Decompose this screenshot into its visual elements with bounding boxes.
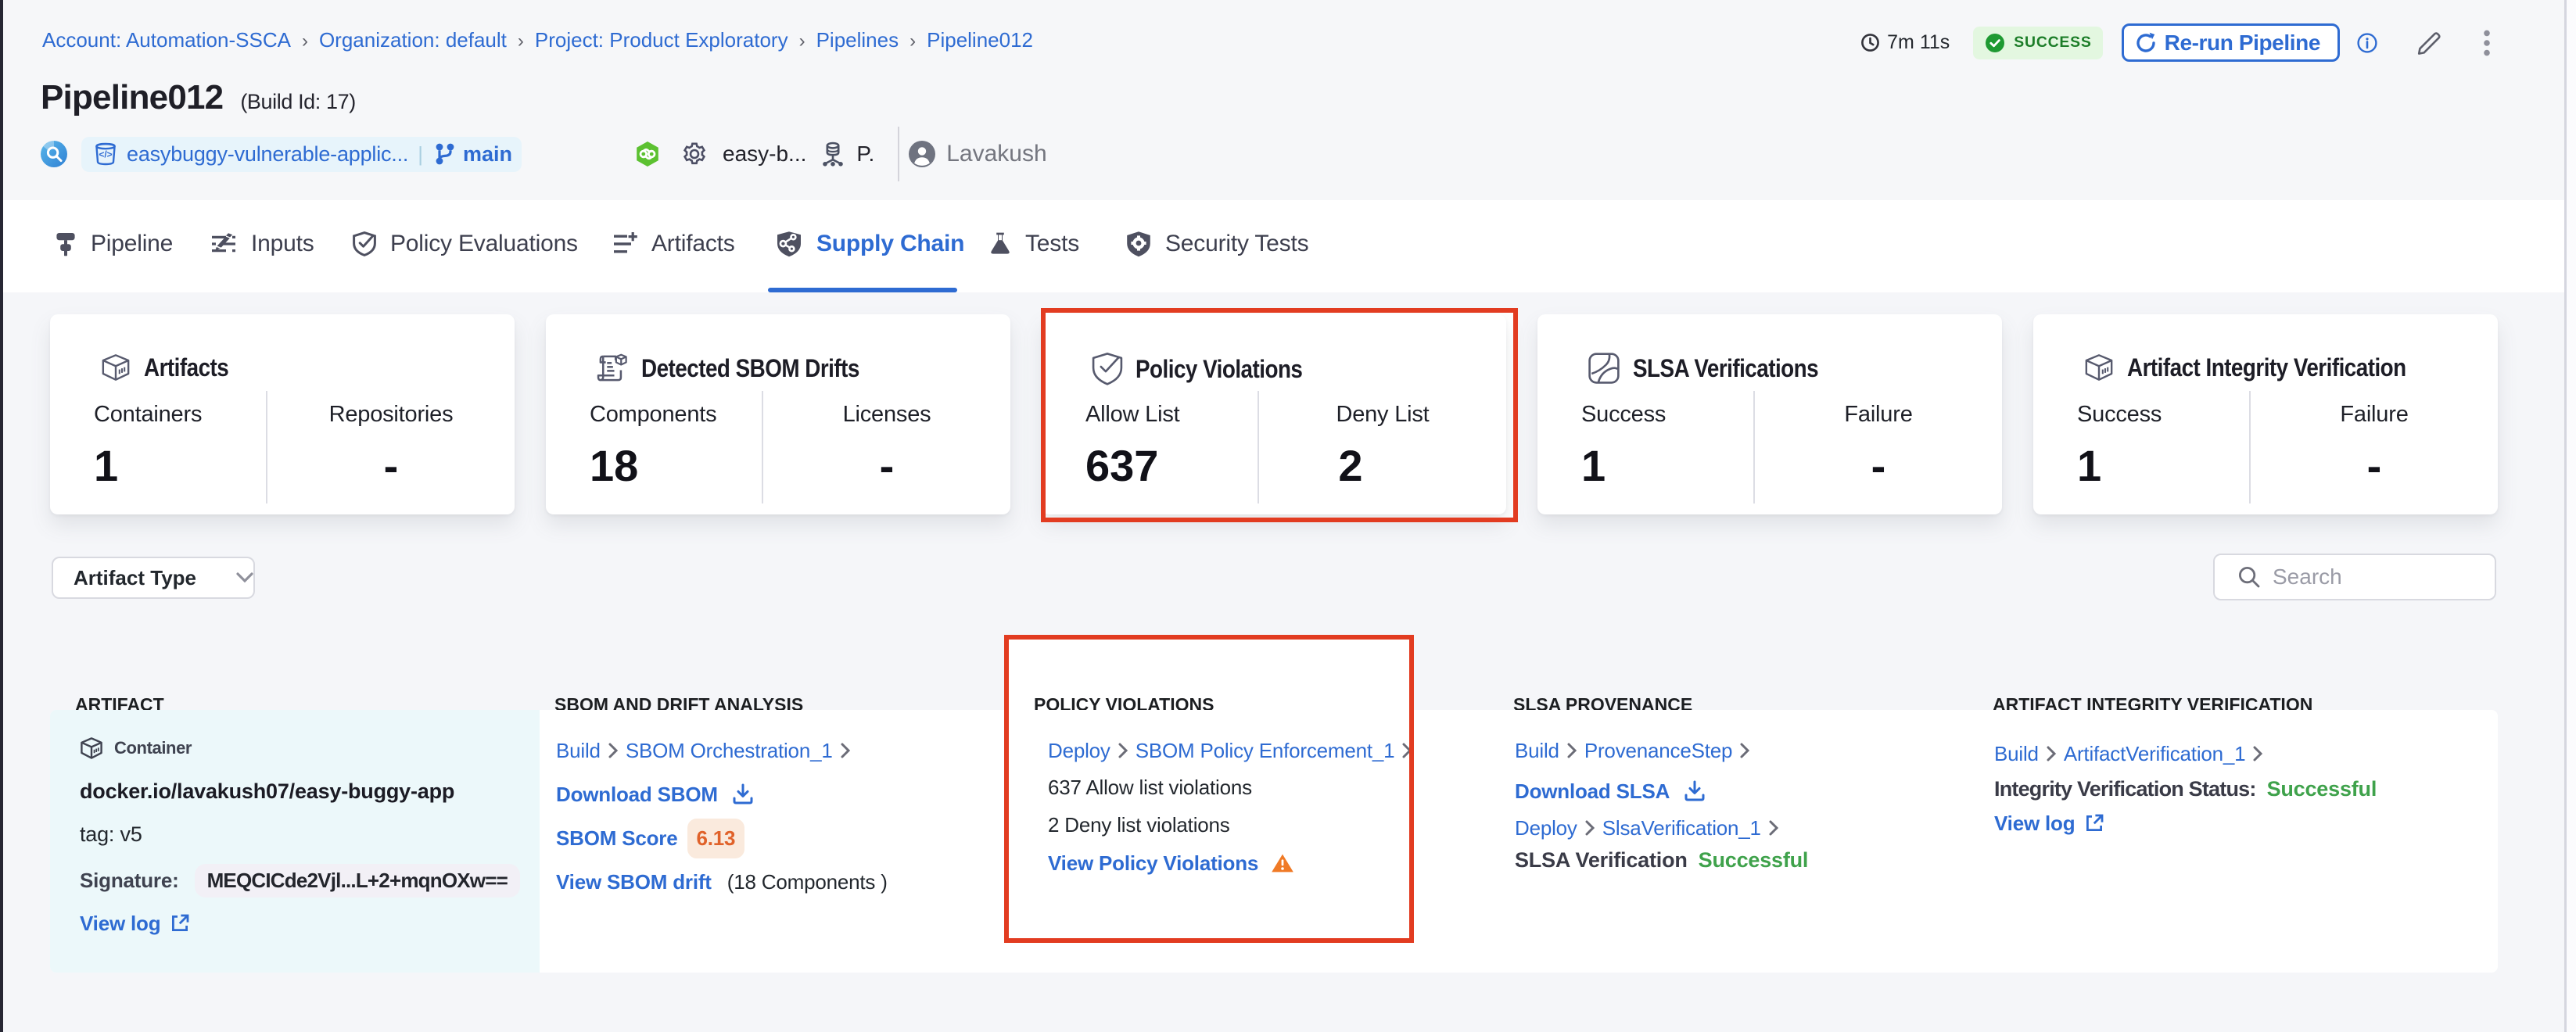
svg-text:</>: </> [99, 149, 112, 160]
